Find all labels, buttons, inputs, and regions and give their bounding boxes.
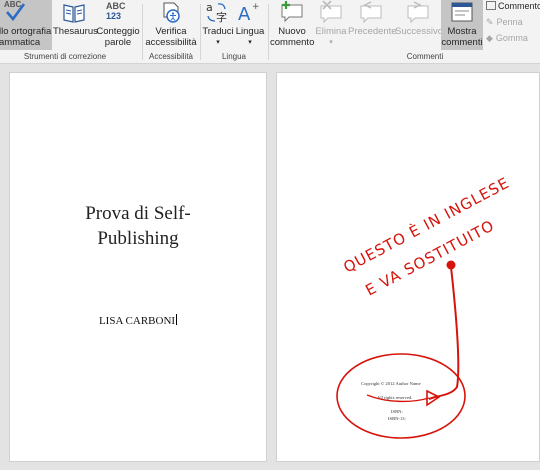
eraser-label: Gomma xyxy=(495,33,528,43)
comment-small-label: Commento xyxy=(498,1,540,11)
translate-label: Traduci xyxy=(202,26,234,37)
pen-button[interactable]: ✎ Penna xyxy=(486,17,523,28)
previous-comment-label: Precedente xyxy=(348,26,397,37)
svg-text:A: A xyxy=(238,4,251,24)
thesaurus-label: Thesaurus xyxy=(53,26,98,37)
word-count-label-line2: parole xyxy=(104,37,132,48)
word-count-icon: ABC 123 xyxy=(106,1,126,21)
spelling-label-line2: ammatica xyxy=(0,37,41,48)
translate-button[interactable]: a 字 Traduci ▾ xyxy=(202,0,234,50)
delete-comment-label: Elimina xyxy=(315,26,347,37)
delete-comment-icon xyxy=(320,0,342,24)
next-comment-label: Successivo xyxy=(395,26,444,37)
language-label: Lingua xyxy=(235,26,265,37)
language-chevron-icon: ▾ xyxy=(248,39,252,46)
show-comments-icon xyxy=(451,2,473,22)
show-comments-button[interactable]: Mostra commenti xyxy=(441,0,483,50)
group-label-language: Lingua xyxy=(221,52,247,61)
new-comment-label-line1: Nuovo xyxy=(278,26,306,37)
group-label-comments: Commenti xyxy=(406,52,444,61)
document-area[interactable]: Prova di Self- Publishing LISA CARBONI C… xyxy=(0,64,540,470)
group-label-accessibility: Accessibilità xyxy=(148,52,193,61)
comment-small-icon xyxy=(486,1,496,10)
accessibility-icon xyxy=(163,2,180,23)
check-accessibility-label-line1: Verifica xyxy=(155,26,187,37)
language-button[interactable]: A + Lingua ▾ xyxy=(234,0,266,50)
new-comment-button[interactable]: Nuovo commento xyxy=(270,0,314,50)
book-title-line1: Prova di Self- xyxy=(85,203,191,224)
delete-chevron-icon: ▾ xyxy=(329,39,333,46)
show-comments-label-line2: commenti xyxy=(441,37,483,48)
word-count-label-line1: Conteggio xyxy=(96,26,140,37)
svg-text:a: a xyxy=(206,1,213,14)
handwritten-annotation: QUESTO È IN INGLESE E VA SOSTITUITO xyxy=(336,173,512,439)
next-comment-icon xyxy=(407,1,429,24)
group-separator xyxy=(200,4,201,60)
comment-small-button[interactable]: Commento xyxy=(486,1,540,11)
language-icon: A + xyxy=(238,2,260,24)
new-comment-label-line2: commento xyxy=(270,37,315,48)
next-comment-button[interactable]: Successivo xyxy=(395,0,444,50)
book-icon xyxy=(63,4,85,23)
check-accessibility-button[interactable]: Verifica accessibilità xyxy=(144,0,198,50)
eraser-button[interactable]: ◆ Gomma xyxy=(486,33,528,44)
word-count-button[interactable]: ABC 123 Conteggio parole xyxy=(96,0,140,50)
author-name-text: LISA CARBONI xyxy=(98,315,176,327)
thesaurus-button[interactable]: Thesaurus xyxy=(53,0,98,50)
previous-comment-button[interactable]: Precedente xyxy=(348,0,397,50)
text-cursor xyxy=(176,314,178,325)
page-copyright[interactable]: Copyright © 2012 Author Name All rights … xyxy=(276,72,540,462)
annotation-circle xyxy=(336,353,466,439)
previous-comment-icon xyxy=(360,1,382,24)
svg-text:字: 字 xyxy=(216,10,227,24)
delete-comment-button[interactable]: Elimina ▾ xyxy=(315,0,347,50)
pen-icon: ✎ xyxy=(486,17,494,27)
group-label-proofing: Strumenti di correzione xyxy=(23,52,107,61)
new-comment-icon xyxy=(281,1,303,23)
translate-icon: a 字 xyxy=(206,1,227,24)
annotation-arrow xyxy=(428,266,460,400)
pen-label: Penna xyxy=(496,17,523,27)
translate-chevron-icon: ▾ xyxy=(216,39,220,46)
spelling-label-line1: llo ortografia xyxy=(0,26,52,37)
ribbon: ABC llo ortografia ammatica Thesaurus AB… xyxy=(0,0,540,64)
spelling-grammar-button[interactable]: ABC llo ortografia ammatica xyxy=(0,0,52,50)
check-accessibility-label-line2: accessibilità xyxy=(145,37,197,48)
underline-scribble xyxy=(366,394,430,403)
eraser-icon: ◆ xyxy=(486,33,493,43)
show-comments-label-line1: Mostra xyxy=(447,26,477,37)
book-title-line2: Publishing xyxy=(97,228,179,249)
spelling-check-icon: ABC xyxy=(4,0,30,22)
svg-text:+: + xyxy=(252,2,260,12)
group-separator xyxy=(142,4,143,60)
page-title[interactable]: Prova di Self- Publishing LISA CARBONI xyxy=(9,72,267,462)
author-name: LISA CARBONI xyxy=(10,314,266,327)
group-separator xyxy=(268,4,269,60)
